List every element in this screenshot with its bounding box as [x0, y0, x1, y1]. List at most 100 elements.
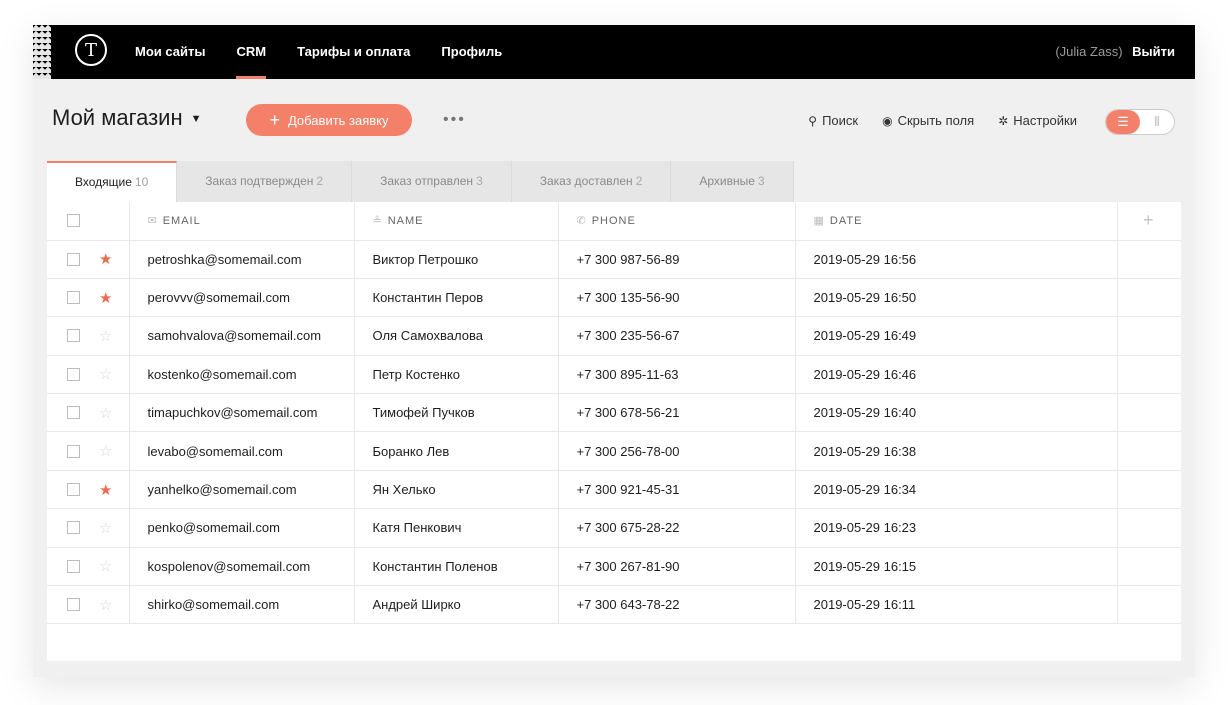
- user-name: (Julia Zass): [1055, 44, 1123, 59]
- tab-2[interactable]: Заказ отправлен 3: [352, 161, 512, 202]
- tab-0[interactable]: Входящие 10: [47, 161, 178, 202]
- tilda-logo-icon[interactable]: T: [75, 34, 107, 66]
- search-icon: ⚲: [808, 113, 818, 128]
- plus-icon: +: [269, 110, 280, 130]
- cell-date: 2019-05-29 16:40: [795, 393, 1118, 433]
- table-row[interactable]: ☆ kostenko@somemail.com Петр Костенко +7 30…: [47, 355, 1181, 395]
- star-icon[interactable]: ☆: [99, 557, 112, 575]
- zigzag-pattern: [33, 25, 51, 79]
- row-checkbox[interactable]: [67, 444, 80, 458]
- row-checkbox[interactable]: [67, 559, 80, 573]
- cell-name: Катя Пенкович: [354, 508, 559, 548]
- view-toggle: ☰ ⦀: [1105, 109, 1175, 135]
- table-row[interactable]: ☆ timapuchkov@somemail.com Тимофей Пучков +…: [47, 393, 1181, 433]
- leads-table-container: ✉ EMAIL ≗ NAME ✆ PHONE ▦ DATE + ★ petroshka@somem…: [47, 202, 1181, 661]
- cell-phone: +7 300 643-78-22: [558, 585, 796, 625]
- row-checkbox[interactable]: [67, 367, 80, 381]
- top-navigation-bar: T Мои сайты CRM Тарифы и оплата Профиль (Ju…: [33, 25, 1195, 79]
- toolbar-link-0[interactable]: ⚲ Поиск: [808, 113, 858, 128]
- row-select-cell: ★: [47, 278, 130, 318]
- star-icon[interactable]: ☆: [99, 404, 112, 422]
- row-checkbox[interactable]: [67, 329, 80, 343]
- add-column-button[interactable]: +: [1117, 202, 1181, 241]
- nav-item-3[interactable]: Профиль: [441, 25, 502, 79]
- row-checkbox[interactable]: [67, 598, 80, 612]
- cell-empty: [1117, 355, 1181, 395]
- kanban-view-button[interactable]: ⦀: [1140, 110, 1174, 134]
- cell-email: samohvalova@somemail.com: [129, 316, 355, 356]
- cell-phone: +7 300 256-78-00: [558, 431, 796, 471]
- cell-date: 2019-05-29 16:46: [795, 355, 1118, 395]
- table-row[interactable]: ☆ kospolenov@somemail.com Константин Полен…: [47, 547, 1181, 587]
- tab-label: Заказ доставлен: [539, 174, 633, 188]
- tab-count: 2: [635, 174, 643, 188]
- row-checkbox[interactable]: [67, 406, 80, 420]
- tab-4[interactable]: Архивные 3: [671, 161, 794, 202]
- more-options-button[interactable]: •••: [443, 111, 466, 129]
- row-checkbox[interactable]: [67, 483, 80, 497]
- star-icon[interactable]: ★: [99, 250, 112, 268]
- row-checkbox[interactable]: [67, 252, 80, 266]
- cell-phone: +7 300 678-56-21: [558, 393, 796, 433]
- row-select-cell: ☆: [47, 508, 130, 548]
- column-header-date[interactable]: ▦ DATE: [795, 202, 1118, 241]
- store-title: Мой магазин: [52, 105, 183, 130]
- leads-table: ✉ EMAIL ≗ NAME ✆ PHONE ▦ DATE + ★ petroshka@somem…: [47, 202, 1181, 625]
- cell-email: perovvv@somemail.com: [129, 278, 355, 318]
- row-select-cell: ☆: [47, 585, 130, 625]
- table-header-row: ✉ EMAIL ≗ NAME ✆ PHONE ▦ DATE +: [47, 202, 1181, 241]
- column-header-name[interactable]: ≗ NAME: [354, 202, 559, 241]
- row-select-cell: ☆: [47, 355, 130, 395]
- table-row[interactable]: ☆ levabo@somemail.com Боранко Лев +7 300 25…: [47, 431, 1181, 471]
- cell-empty: [1117, 278, 1181, 318]
- toolbar-link-1[interactable]: ◉ Скрыть поля: [882, 113, 974, 128]
- star-icon[interactable]: ☆: [99, 365, 112, 383]
- cell-empty: [1117, 547, 1181, 587]
- tab-count: 2: [316, 174, 324, 188]
- list-view-button[interactable]: ☰: [1106, 110, 1140, 134]
- list-view-icon: ☰: [1117, 114, 1129, 129]
- tab-label: Входящие: [75, 175, 132, 189]
- star-icon[interactable]: ☆: [99, 519, 112, 537]
- star-icon[interactable]: ☆: [99, 596, 112, 614]
- star-icon[interactable]: ★: [99, 289, 112, 307]
- cell-empty: [1117, 431, 1181, 471]
- cell-name: Боранко Лев: [354, 431, 559, 471]
- column-header-email[interactable]: ✉ EMAIL: [129, 202, 355, 241]
- table-row[interactable]: ☆ shirko@somemail.com Андрей Ширко +7 300 6…: [47, 585, 1181, 625]
- add-request-button[interactable]: + Добавить заявку: [246, 104, 412, 136]
- logout-link[interactable]: Выйти: [1132, 44, 1175, 59]
- tab-1[interactable]: Заказ подтвержден 2: [177, 161, 353, 202]
- table-row[interactable]: ★ perovvv@somemail.com Константин Перов +7 …: [47, 278, 1181, 318]
- row-select-cell: ☆: [47, 393, 130, 433]
- cell-email: kospolenov@somemail.com: [129, 547, 355, 587]
- toolbar-link-2[interactable]: ✲ Настройки: [998, 113, 1077, 128]
- star-icon[interactable]: ☆: [99, 442, 112, 460]
- star-icon[interactable]: ☆: [99, 327, 112, 345]
- cell-email: kostenko@somemail.com: [129, 355, 355, 395]
- user-area: (Julia Zass) Выйти: [1055, 25, 1175, 79]
- cell-phone: +7 300 675-28-22: [558, 508, 796, 548]
- store-selector[interactable]: Мой магазин ▼: [52, 105, 202, 131]
- select-all-checkbox[interactable]: [67, 214, 80, 228]
- cell-name: Тимофей Пучков: [354, 393, 559, 433]
- tab-3[interactable]: Заказ доставлен 2: [511, 161, 672, 202]
- table-row[interactable]: ☆ penko@somemail.com Катя Пенкович +7 300 6…: [47, 508, 1181, 548]
- table-row[interactable]: ★ yanhelko@somemail.com Ян Хелько +7 300 92…: [47, 470, 1181, 510]
- nav-item-1[interactable]: CRM: [236, 25, 266, 79]
- nav-item-2[interactable]: Тарифы и оплата: [297, 25, 410, 79]
- table-row[interactable]: ☆ samohvalova@somemail.com Оля Самохвалова…: [47, 316, 1181, 356]
- column-header-label: DATE: [829, 215, 863, 228]
- row-checkbox[interactable]: [67, 291, 80, 305]
- star-icon[interactable]: ★: [99, 481, 112, 499]
- row-checkbox[interactable]: [67, 521, 80, 535]
- nav-item-0[interactable]: Мои сайты: [135, 25, 205, 79]
- column-header-phone[interactable]: ✆ PHONE: [558, 202, 796, 241]
- table-row[interactable]: ★ petroshka@somemail.com Виктор Петрошко +7…: [47, 240, 1181, 279]
- person-icon: ≗: [372, 215, 382, 228]
- add-request-label: Добавить заявку: [287, 112, 389, 128]
- column-header-label: PHONE: [591, 215, 636, 228]
- row-select-cell: ☆: [47, 316, 130, 356]
- tab-label: Архивные: [699, 174, 755, 188]
- cell-date: 2019-05-29 16:56: [795, 240, 1118, 279]
